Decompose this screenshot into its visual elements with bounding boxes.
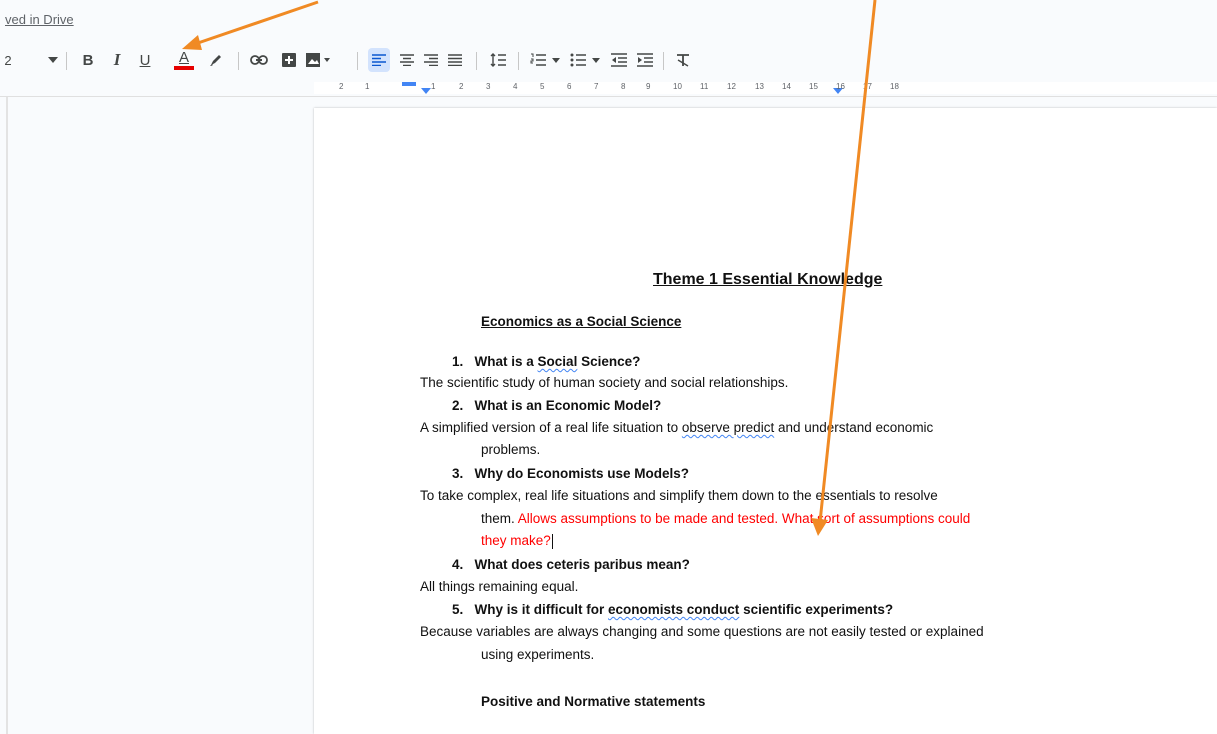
red-added-text: they make? [481,533,551,548]
question-5: 5. Why is it difficult for economists co… [452,602,893,617]
decrease-indent-icon[interactable] [608,48,630,72]
align-left-icon[interactable] [368,48,390,72]
toolbar-divider [238,52,239,70]
left-indent-marker[interactable] [421,88,431,94]
line-spacing-icon[interactable] [487,48,509,72]
question-3: 3. Why do Economists use Models? [452,466,689,481]
align-right-icon[interactable] [420,48,442,72]
question-number: 3. [452,466,464,481]
ruler: 2 1 1 2 3 4 5 6 7 8 9 10 11 12 13 14 15 … [0,78,1217,97]
ruler-left-label: 2 [339,82,344,91]
ruler-label: 18 [890,82,899,91]
question-number: 2. [452,398,464,413]
question-1: 1. What is a Social Science? [452,354,640,369]
highlight-pen-icon[interactable] [206,48,226,72]
text-color-swatch [174,66,194,70]
answer-2: A simplified version of a real life situ… [420,420,933,435]
top-bar: ved in Drive [0,0,1217,42]
text-color-letter: A [178,49,189,66]
spellcheck-phrase[interactable]: observe predict [682,420,774,435]
answer-text: A simplified version of a real life situ… [420,420,682,435]
toolbar-divider [66,52,67,70]
ruler-label: 11 [700,82,709,91]
toolbar-divider [476,52,477,70]
answer-3-line-1: To take complex, real life situations an… [420,488,938,503]
ruler-label: 8 [621,82,626,91]
ruler-label: 16 [836,82,845,91]
answer-2-continued: problems. [481,442,541,457]
ruler-left-label: 1 [365,82,370,91]
answer-5-line-1: Because variables are always changing an… [420,624,984,639]
ruler-label: 7 [594,82,599,91]
text-color-button[interactable]: A [174,48,194,72]
ruler-label: 14 [782,82,791,91]
document-title: Theme 1 Essential Knowledge [653,271,883,288]
question-text: scientific experiments? [739,602,894,617]
font-size-value[interactable]: 2 [2,48,14,72]
ruler-label: 15 [809,82,818,91]
left-margin-panel [0,97,314,734]
justify-icon[interactable] [444,48,466,72]
ruler-label: 4 [513,82,518,91]
underline-button[interactable]: U [135,48,155,72]
red-added-text: Allows assumptions to be made and tested… [517,511,971,526]
spellcheck-phrase[interactable]: economists conduct [608,602,739,617]
question-text: Science? [577,354,641,369]
align-center-icon[interactable] [396,48,418,72]
question-text: Why is it difficult for [474,602,609,617]
question-text: Why do Economists use Models? [474,466,690,481]
insert-link-icon[interactable] [248,48,270,72]
ruler-label: 2 [459,82,464,91]
bold-button[interactable]: B [78,48,98,72]
question-number: 5. [452,602,464,617]
document-page[interactable]: Theme 1 Essential Knowledge Economics as… [314,108,1217,734]
add-comment-icon[interactable] [278,48,300,72]
answer-text: them. [481,511,518,526]
toolbar-divider [357,52,358,70]
saved-in-drive-link[interactable]: ved in Drive [5,12,74,27]
numbered-list-icon[interactable] [528,48,548,72]
bulleted-list-icon[interactable] [568,48,588,72]
ruler-label: 6 [567,82,572,91]
ruler-label: 3 [486,82,491,91]
question-2: 2. What is an Economic Model? [452,398,661,413]
question-text: What is a [474,354,538,369]
next-section-heading: Positive and Normative statements [481,694,706,709]
font-size-dropdown-icon[interactable] [46,48,60,72]
sidebar-edge [6,97,8,734]
toolbar-divider [663,52,664,70]
answer-text: and understand economic [774,420,934,435]
formatting-toolbar: 2 B I U A [0,42,1217,78]
clear-formatting-icon[interactable] [672,48,694,72]
spellcheck-word[interactable]: Social [538,354,578,369]
ruler-label: 9 [646,82,651,91]
answer-4: All things remaining equal. [420,579,579,594]
ruler-label: 5 [540,82,545,91]
increase-indent-icon[interactable] [634,48,656,72]
answer-5-line-2: using experiments. [481,647,595,662]
ruler-label: 12 [727,82,736,91]
section-heading: Economics as a Social Science [481,314,682,329]
ruler-label: 10 [673,82,682,91]
question-4: 4. What does ceteris paribus mean? [452,557,690,572]
toolbar-divider [518,52,519,70]
first-line-indent-marker[interactable] [402,82,416,86]
question-number: 1. [452,354,464,369]
question-text: What is an Economic Model? [474,398,662,413]
question-number: 4. [452,557,464,572]
ruler-label: 1 [431,82,436,91]
answer-3-line-3: they make? [481,533,553,549]
answer-3-line-2: them. Allows assumptions to be made and … [481,511,970,526]
insert-image-icon[interactable] [304,48,334,72]
italic-button[interactable]: I [107,48,127,72]
ruler-label: 13 [755,82,764,91]
answer-1: The scientific study of human society an… [420,375,789,390]
ruler-label: 17 [863,82,872,91]
ruler-track [314,82,1217,94]
bulleted-list-dropdown-icon[interactable] [590,48,602,72]
text-cursor [551,533,553,549]
numbered-list-dropdown-icon[interactable] [550,48,562,72]
question-text: What does ceteris paribus mean? [474,557,690,572]
